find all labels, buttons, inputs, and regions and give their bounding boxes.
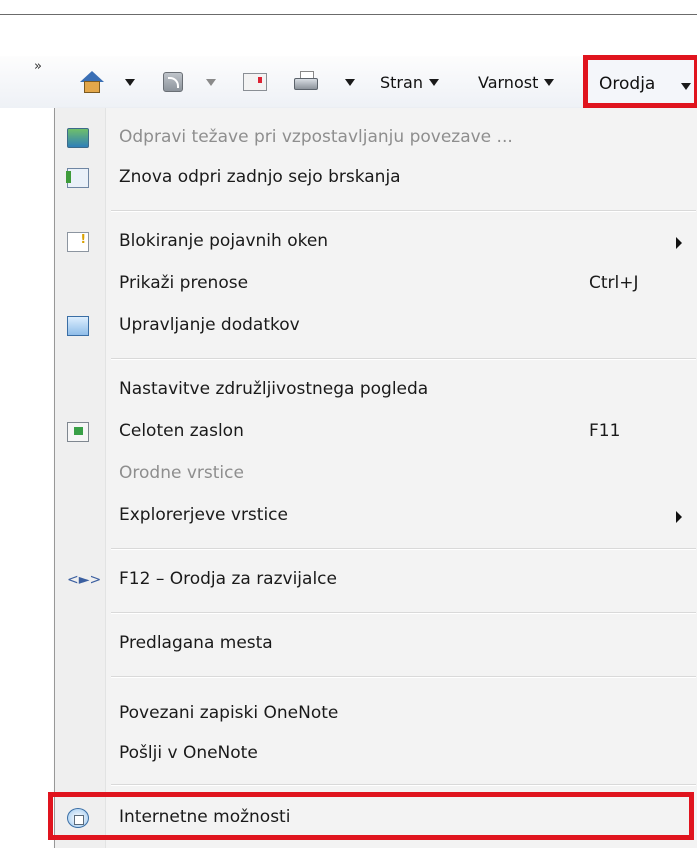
menu-item-developer-tools[interactable]: <►> F12 – Orodja za razvijalce	[55, 562, 697, 598]
menu-item-label: Celoten zaslon	[119, 421, 244, 441]
fullscreen-icon	[67, 422, 89, 442]
developer-tools-icon: <►>	[67, 572, 102, 588]
menu-item-label: Predlagana mesta	[119, 633, 273, 653]
menu-separator	[111, 612, 696, 614]
menu-separator	[111, 548, 696, 550]
menu-item-label: Nastavitve združljivostnega pogleda	[119, 379, 429, 399]
menu-item-suggested-sites[interactable]: Predlagana mesta	[55, 626, 697, 662]
read-mail-button[interactable]	[243, 64, 267, 100]
safety-menu-button[interactable]: Varnost	[478, 64, 555, 100]
menu-item-label: Blokiranje pojavnih oken	[119, 231, 329, 251]
menu-item-label: Upravljanje dodatkov	[119, 315, 300, 335]
read-mail-icon	[243, 73, 267, 91]
menu-item-label: Povezani zapiski OneNote	[119, 703, 339, 723]
reopen-session-icon	[66, 168, 89, 188]
popup-blocker-icon	[67, 232, 89, 252]
menu-separator	[111, 676, 696, 678]
menu-item-full-screen[interactable]: Celoten zaslon F11	[55, 414, 697, 450]
menu-item-label: Znova odpri zadnjo sejo brskanja	[119, 167, 401, 187]
menu-item-explorer-bars[interactable]: Explorerjeve vrstice	[55, 498, 697, 534]
menu-item-label: Orodne vrstice	[119, 463, 244, 483]
print-button[interactable]	[294, 64, 318, 100]
menu-item-manage-addons[interactable]: Upravljanje dodatkov	[55, 308, 697, 344]
home-button[interactable]	[80, 64, 104, 100]
menu-item-connection-problems[interactable]: Odpravi težave pri vzpostavljanju poveza…	[55, 120, 697, 156]
internet-options-highlight	[48, 792, 694, 840]
page-menu-label: Stran	[380, 72, 423, 92]
chevron-down-icon	[125, 78, 135, 86]
menu-item-shortcut: Ctrl+J	[589, 273, 639, 293]
menu-item-shortcut: F11	[589, 421, 621, 441]
chevron-down-icon	[345, 78, 355, 86]
menu-item-reopen-session[interactable]: Znova odpri zadnjo sejo brskanja	[55, 160, 697, 196]
menu-item-label: Explorerjeve vrstice	[119, 505, 288, 525]
menu-item-label: Pošlji v OneNote	[119, 743, 258, 763]
menu-item-label: Odpravi težave pri vzpostavljanju poveza…	[119, 127, 513, 147]
page-menu-button[interactable]: Stran	[380, 64, 439, 100]
home-icon	[80, 71, 104, 93]
feeds-dropdown-button[interactable]	[206, 64, 216, 100]
chevron-down-icon	[428, 78, 439, 86]
manage-addons-icon	[67, 316, 89, 336]
safety-menu-label: Varnost	[478, 72, 539, 92]
submenu-arrow-icon	[676, 511, 682, 523]
chevron-down-icon	[544, 78, 555, 86]
chevron-down-icon	[681, 83, 691, 90]
menu-item-view-downloads[interactable]: Prikaži prenose Ctrl+J	[55, 266, 697, 302]
menu-item-send-to-onenote[interactable]: Pošlji v OneNote	[55, 736, 697, 772]
network-diagnostics-icon	[67, 128, 89, 148]
menu-item-label: F12 – Orodja za razvijalce	[119, 569, 337, 589]
menu-separator	[111, 210, 696, 212]
feeds-icon	[163, 72, 183, 92]
menu-item-popup-blocker[interactable]: Blokiranje pojavnih oken	[55, 224, 697, 260]
menu-item-label: Prikaži prenose	[119, 273, 249, 293]
tools-menu-label: Orodja	[599, 74, 656, 94]
submenu-arrow-icon	[676, 237, 682, 249]
menu-item-onenote-linked-notes[interactable]: Povezani zapiski OneNote	[55, 696, 697, 732]
toolbar-overflow-chevron[interactable]: »	[34, 59, 42, 74]
menu-item-toolbars[interactable]: Orodne vrstice	[55, 456, 697, 492]
print-dropdown-button[interactable]	[345, 64, 355, 100]
home-dropdown-button[interactable]	[125, 64, 135, 100]
chevron-down-icon	[206, 78, 216, 86]
menu-item-compatibility-view-settings[interactable]: Nastavitve združljivostnega pogleda	[55, 372, 697, 408]
menu-separator	[111, 784, 696, 786]
print-icon	[294, 71, 318, 93]
feeds-button[interactable]	[163, 64, 183, 100]
tools-dropdown-menu: Odpravi težave pri vzpostavljanju poveza…	[54, 108, 697, 848]
menu-separator	[111, 358, 696, 360]
window-top-edge	[0, 0, 697, 15]
